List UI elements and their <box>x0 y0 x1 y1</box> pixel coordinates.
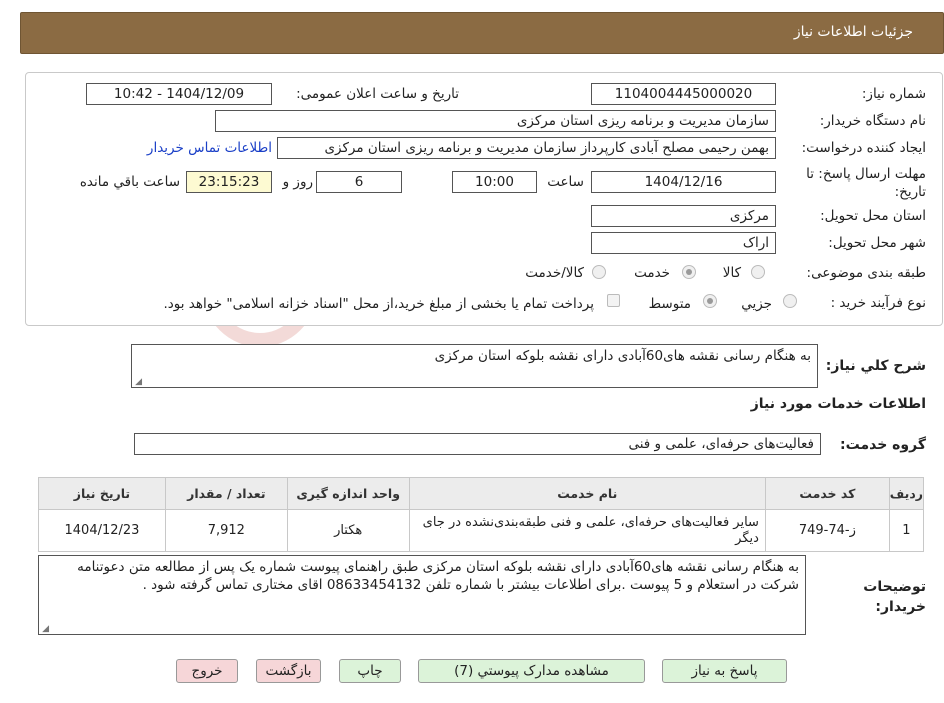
reply-button[interactable]: پاسخ به نیاز <box>662 659 787 683</box>
col-row-number: ردیف <box>888 477 925 510</box>
contact-info-link[interactable]: اطلاعات تماس خریدار <box>147 140 272 156</box>
summary-text: به هنگام رسانی نقشه های60آبادی دارای نقش… <box>434 348 811 364</box>
cell-quantity: 7,912 <box>164 509 288 552</box>
cell-row-number: 1 <box>888 509 925 552</box>
buyer-notes-text: به هنگام رسانی نقشه های60آبادی دارای نقش… <box>77 559 799 593</box>
table-header-row: ردیف کد خدمت نام خدمت واحد اندازه گیری ت… <box>38 477 925 510</box>
col-service-name: نام خدمت <box>408 477 766 510</box>
page-title: جزئیات اطلاعات نیاز <box>793 24 913 40</box>
requester-field[interactable]: بهمن رحیمی مصلح آبادی کارپرداز سازمان مد… <box>277 137 776 159</box>
cell-service-name: سایر فعالیت‌های حرفه‌ای، علمی و فنی طبقه… <box>408 509 766 552</box>
service-group-label: گروه خدمت: <box>840 437 926 453</box>
treasury-payment-checkbox[interactable] <box>607 294 620 307</box>
deadline-time-field[interactable]: 10:00 <box>452 171 537 193</box>
category-option-service: خدمت <box>634 265 670 281</box>
city-label: شهر محل تحویل: <box>828 235 926 251</box>
deadline-date-field[interactable]: 1404/12/16 <box>591 171 776 193</box>
category-option-goods: کالا <box>722 265 741 281</box>
buyer-notes-textarea[interactable]: به هنگام رسانی نقشه های60آبادی دارای نقش… <box>38 555 806 635</box>
col-need-date: تاریخ نیاز <box>38 477 166 510</box>
process-radio-minor[interactable] <box>783 294 797 308</box>
cell-service-code: ز-74-749 <box>764 509 890 552</box>
deadline-time-label: ساعت <box>547 174 584 190</box>
col-service-code: کد خدمت <box>764 477 890 510</box>
exit-button[interactable]: خروج <box>176 659 238 683</box>
province-field[interactable]: مرکزی <box>591 205 776 227</box>
resize-grip-icon[interactable]: ◢ <box>41 625 49 634</box>
services-title: اطلاعات خدمات مورد نیاز <box>750 396 926 412</box>
cell-need-date: 1404/12/23 <box>38 509 166 552</box>
category-radio-goods[interactable] <box>751 265 765 279</box>
print-button[interactable]: چاپ <box>339 659 401 683</box>
process-radio-medium[interactable] <box>703 294 717 308</box>
category-radio-service[interactable] <box>682 265 696 279</box>
category-label: طبقه بندی موضوعی: <box>806 265 926 281</box>
remaining-time-label: ساعت باقي مانده <box>79 174 180 190</box>
col-quantity: تعداد / مقدار <box>164 477 288 510</box>
buyer-notes-label: توضیحات خریدار: <box>863 579 926 615</box>
city-field[interactable]: اراک <box>591 232 776 254</box>
table-row: 1 ز-74-749 سایر فعالیت‌های حرفه‌ای، علمی… <box>38 509 925 552</box>
province-label: استان محل تحویل: <box>820 208 926 224</box>
need-number-field[interactable]: 1104004445000020 <box>591 83 776 105</box>
process-option-minor: جزیي <box>741 296 772 312</box>
category-radio-goods-service[interactable] <box>592 265 606 279</box>
remaining-time-field: 23:15:23 <box>186 171 272 193</box>
announce-label: تاریخ و ساعت اعلان عمومی: <box>296 86 459 102</box>
summary-label: شرح کلي نیاز: <box>825 358 926 374</box>
need-number-label: شماره نیاز: <box>861 86 926 102</box>
announce-field[interactable]: 1404/12/09 - 10:42 <box>86 83 272 105</box>
days-label: روز و <box>282 174 313 190</box>
requester-label: ایجاد کننده درخواست: <box>801 140 926 156</box>
days-field[interactable]: 6 <box>316 171 402 193</box>
summary-textarea[interactable]: به هنگام رسانی نقشه های60آبادی دارای نقش… <box>131 344 818 388</box>
buyer-org-field[interactable]: سازمان مدیریت و برنامه ریزی استان مرکزی <box>215 110 776 132</box>
resize-grip-icon[interactable]: ◢ <box>134 378 142 387</box>
service-group-field[interactable]: فعالیت‌های حرفه‌ای، علمی و فنی <box>134 433 821 455</box>
services-table: ردیف کد خدمت نام خدمت واحد اندازه گیری ت… <box>38 477 925 552</box>
category-option-goods-service: کالا/خدمت <box>525 265 584 281</box>
cell-unit: هکتار <box>286 509 410 552</box>
deadline-label: مهلت ارسال پاسخ: تا تاریخ: <box>806 166 926 200</box>
view-attachments-button[interactable]: مشاهده مدارک پیوستي (7) <box>418 659 645 683</box>
treasury-payment-note: پرداخت تمام یا بخشی از مبلغ خرید،از محل … <box>163 296 594 312</box>
buyer-org-label: نام دستگاه خریدار: <box>819 113 926 129</box>
process-label: نوع فرآیند خرید : <box>830 295 926 311</box>
col-unit: واحد اندازه گیری <box>286 477 410 510</box>
process-option-medium: متوسط <box>648 296 691 312</box>
back-button[interactable]: بازگشت <box>256 659 321 683</box>
page-header: جزئیات اطلاعات نیاز <box>20 12 944 54</box>
